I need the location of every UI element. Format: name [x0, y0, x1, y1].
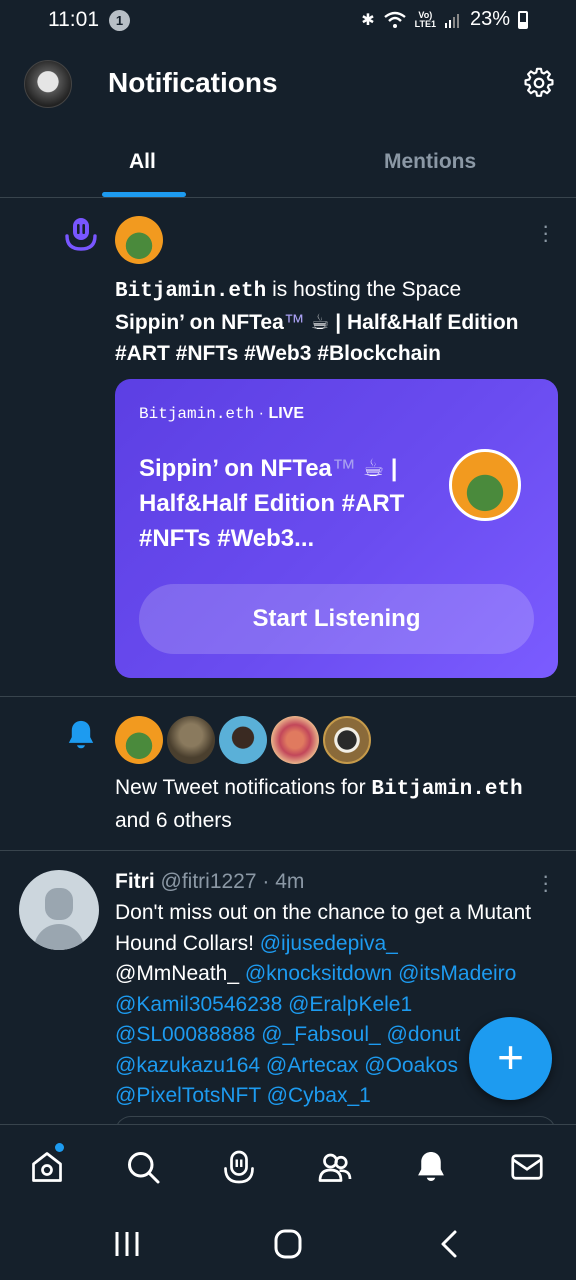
space-card-separator: · — [254, 405, 269, 422]
bluetooth-icon: ✱ — [361, 11, 375, 29]
tweet-author-name[interactable]: Fitri — [115, 870, 155, 893]
live-badge: LIVE — [268, 405, 304, 422]
tweet-text-part2: @MmNeath_ — [115, 962, 245, 985]
app-header: Notifications — [0, 40, 576, 130]
status-icons: ✱ Vo) LTE1 23% — [361, 8, 528, 31]
tweet-author-avatar[interactable] — [19, 870, 99, 950]
tweet-time: · 4m — [256, 870, 305, 893]
back-icon[interactable] — [431, 1228, 467, 1260]
tweet-mention[interactable]: @itsMadeiro — [398, 962, 516, 985]
tweet-notification-text: New Tweet notifications for Bitjamin.eth… — [115, 772, 565, 836]
tweet-mention[interactable]: @EralpKele1 — [288, 993, 412, 1016]
tweet-mention[interactable]: @knocksitdown — [245, 962, 392, 985]
active-tab-indicator — [102, 192, 186, 197]
trademark-symbol: ™ — [283, 311, 305, 334]
quoted-tweet-card[interactable] — [115, 1116, 556, 1124]
notifications-icon[interactable] — [413, 1149, 449, 1185]
avatar[interactable] — [115, 716, 163, 764]
tweet-notifications-alert[interactable]: New Tweet notifications for Bitjamin.eth… — [0, 698, 576, 851]
tweet-mention[interactable]: @Ooakos — [364, 1054, 458, 1077]
wifi-icon — [383, 11, 406, 28]
follower-avatars — [115, 716, 371, 764]
system-navigation-bar — [0, 1208, 576, 1280]
more-options-icon[interactable]: · · · — [542, 215, 549, 251]
bottom-navigation — [0, 1124, 576, 1208]
avatar[interactable] — [271, 716, 319, 764]
tweet-notification-prefix: New Tweet notifications for — [115, 776, 372, 799]
tab-all[interactable]: All — [129, 150, 156, 174]
messages-icon[interactable] — [509, 1149, 545, 1185]
avatar[interactable] — [219, 716, 267, 764]
space-card-host-avatar — [449, 449, 521, 521]
home-unread-dot — [55, 1143, 64, 1152]
space-card-host: Bitjamin.eth · LIVE — [139, 405, 304, 423]
host-name[interactable]: Bitjamin.eth — [115, 280, 266, 303]
battery-icon — [518, 10, 528, 29]
tab-mentions[interactable]: Mentions — [384, 150, 476, 174]
battery-percent: 23% — [469, 8, 510, 30]
avatar[interactable] — [167, 716, 215, 764]
start-listening-button[interactable]: Start Listening — [139, 584, 534, 654]
tweet-header: Fitri @fitri1227 · 4m — [115, 868, 304, 896]
spaces-microphone-icon — [65, 218, 97, 251]
status-time: 11:01 — [48, 8, 99, 31]
tweet-notification-user[interactable]: Bitjamin.eth — [371, 778, 522, 801]
status-notification-badge: 1 — [109, 10, 130, 31]
compose-tweet-button[interactable]: + — [469, 1017, 552, 1100]
avatar[interactable] — [323, 716, 371, 764]
tweet-mention[interactable]: @donut — [387, 1023, 461, 1046]
space-notification[interactable]: · · · Bitjamin.eth is hosting the Space Si… — [0, 198, 576, 697]
space-card-host-name: Bitjamin.eth — [139, 405, 255, 423]
space-card-title-main: Sippin’ on NFTea — [139, 455, 332, 482]
profile-avatar[interactable] — [24, 60, 72, 108]
space-card[interactable]: Bitjamin.eth · LIVE Sippin’ on NFTea™ ☕ … — [115, 379, 558, 678]
space-card-tm: ™ — [331, 455, 356, 482]
tweet-mention[interactable]: @Cybax_1 — [267, 1084, 371, 1107]
tweet-mention[interactable]: @_Fabsoul_ — [261, 1023, 380, 1046]
bell-icon — [68, 720, 94, 749]
tweet-mention[interactable]: @PixelTotsNFT — [115, 1084, 261, 1107]
spaces-icon[interactable] — [221, 1149, 257, 1185]
volte-indicator: Vo) LTE1 — [414, 9, 436, 29]
tweet-mention[interactable]: @kazukazu164 — [115, 1054, 260, 1077]
tweet-mention[interactable]: @SL00088888 — [115, 1023, 255, 1046]
space-title-line: Sippin’ on NFTea — [115, 311, 284, 334]
tweet-mention[interactable]: @ijusedepiva_ — [260, 932, 398, 955]
home-button-icon[interactable] — [270, 1228, 306, 1260]
space-notification-text: Bitjamin.eth is hosting the Space Sippin… — [115, 274, 565, 369]
page-title: Notifications — [108, 67, 278, 98]
tweet-mention[interactable]: @Artecax — [266, 1054, 359, 1077]
home-icon[interactable] — [29, 1149, 65, 1185]
tweet-author-handle[interactable]: @fitri1227 — [161, 870, 257, 893]
search-icon[interactable] — [125, 1149, 161, 1185]
settings-gear-icon[interactable] — [522, 66, 556, 100]
default-avatar-head — [45, 888, 73, 920]
recent-apps-icon[interactable] — [109, 1228, 145, 1260]
default-avatar-shoulders — [34, 924, 84, 950]
status-bar: 11:01 1 ✱ Vo) LTE1 23% — [0, 0, 576, 40]
notification-tabs: All Mentions — [0, 130, 576, 198]
tweet-more-options-icon[interactable]: · · · — [542, 865, 549, 901]
host-avatar[interactable] — [115, 216, 163, 264]
space-card-title: Sippin’ on NFTea™ ☕ | Half&Half Edition … — [139, 451, 429, 556]
tweet-mention[interactable]: @Kamil30546238 — [115, 993, 282, 1016]
hosting-text: is hosting the Space — [266, 278, 462, 301]
communities-icon[interactable] — [317, 1149, 353, 1185]
tweet-notification-suffix: and 6 others — [115, 809, 232, 832]
signal-icon — [444, 13, 459, 28]
